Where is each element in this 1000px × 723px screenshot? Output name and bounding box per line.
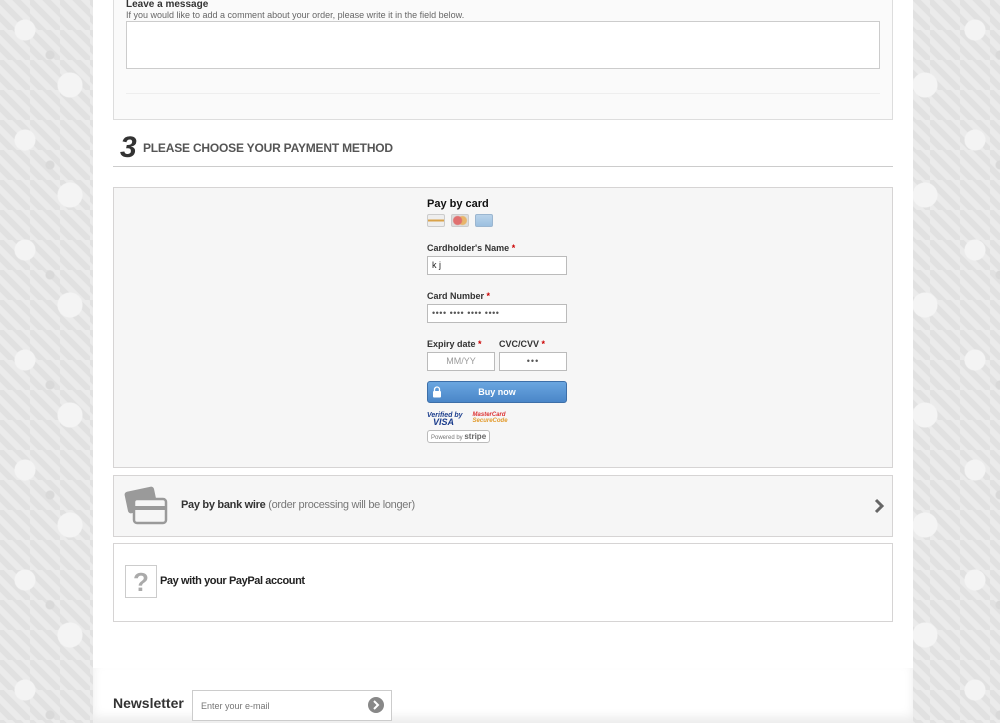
question-mark-icon: ? bbox=[125, 565, 157, 598]
required-mark: * bbox=[478, 339, 482, 349]
verified-by-visa-logo: Verified by VISA bbox=[427, 412, 463, 427]
required-mark: * bbox=[511, 243, 516, 253]
footer: Newsletter bbox=[93, 668, 913, 723]
divider bbox=[126, 93, 880, 94]
chevron-right-icon bbox=[874, 498, 885, 514]
amex-card-icon bbox=[475, 214, 493, 227]
expiry-label-text: Expiry date bbox=[427, 339, 476, 349]
cardholder-label: Cardholder's Name * bbox=[427, 243, 572, 253]
cardholder-label-text: Cardholder's Name bbox=[427, 243, 510, 253]
paypal-label: Pay with your PayPal account bbox=[160, 575, 305, 587]
cvc-input[interactable]: ••• bbox=[499, 352, 567, 371]
card-form: Pay by card Cardholder's Name * k j Card… bbox=[427, 198, 572, 444]
cvc-column: CVC/CVV * ••• bbox=[499, 323, 567, 371]
verified-visa-line2: VISA bbox=[433, 417, 455, 427]
step-number: 3 bbox=[120, 131, 137, 164]
payment-step-title: PLEASE CHOOSE YOUR PAYMENT METHOD bbox=[143, 141, 393, 155]
bank-card-icon bbox=[124, 486, 168, 525]
card-logos bbox=[427, 214, 572, 227]
cardholder-name-input[interactable]: k j bbox=[427, 256, 567, 275]
newsletter-email-input[interactable] bbox=[192, 690, 392, 721]
message-textarea[interactable] bbox=[126, 21, 880, 69]
paypal-option[interactable]: ? Pay with your PayPal account bbox=[113, 543, 893, 622]
expiry-label: Expiry date * bbox=[427, 339, 495, 349]
message-hint: If you would like to add a comment about… bbox=[126, 10, 465, 20]
divider bbox=[113, 166, 893, 167]
bank-wire-note: (order processing will be longer) bbox=[268, 499, 415, 511]
checkout-page: Leave a message If you would like to add… bbox=[93, 0, 913, 668]
newsletter-title: Newsletter bbox=[113, 695, 184, 711]
expiry-date-input[interactable]: MM/YY bbox=[427, 352, 495, 371]
card-number-input[interactable]: •••• •••• •••• •••• bbox=[427, 304, 567, 323]
mastercard-card-icon bbox=[451, 214, 469, 227]
card-number-label-text: Card Number bbox=[427, 291, 485, 301]
card-payment-panel: Pay by card Cardholder's Name * k j Card… bbox=[113, 187, 893, 468]
mastercard-line2: SecureCode bbox=[472, 418, 508, 424]
expiry-cvc-row: Expiry date * MM/YY CVC/CVV * ••• bbox=[427, 323, 572, 371]
bank-wire-option[interactable]: Pay by bank wire (order processing will … bbox=[113, 475, 893, 537]
message-section: Leave a message If you would like to add… bbox=[113, 0, 893, 120]
buy-now-button[interactable]: Buy now bbox=[427, 381, 567, 403]
powered-by-stripe-badge: Powered by stripe bbox=[427, 430, 491, 443]
cvc-label-text: CVC/CVV bbox=[499, 339, 540, 349]
stripe-name: stripe bbox=[464, 432, 487, 441]
bank-wire-title: Pay by bank wire bbox=[181, 499, 266, 511]
card-number-label: Card Number * bbox=[427, 291, 572, 301]
newsletter-submit-button[interactable] bbox=[368, 697, 384, 713]
buy-now-label: Buy now bbox=[478, 387, 516, 397]
mastercard-securecode-logo: MasterCard SecureCode bbox=[473, 412, 508, 426]
chevron-right-icon bbox=[373, 700, 380, 710]
required-mark: * bbox=[541, 339, 546, 349]
card-payment-title: Pay by card bbox=[427, 198, 489, 210]
bank-wire-label: Pay by bank wire (order processing will … bbox=[181, 499, 415, 511]
cvc-label: CVC/CVV * bbox=[499, 339, 567, 349]
expiry-column: Expiry date * MM/YY bbox=[427, 323, 495, 371]
required-mark: * bbox=[486, 291, 491, 301]
message-title: Leave a message bbox=[126, 0, 209, 10]
security-badges: Verified by VISA MasterCard SecureCode P… bbox=[427, 412, 572, 444]
visa-card-icon bbox=[427, 214, 445, 227]
stripe-powered-text: Powered by bbox=[431, 435, 463, 441]
badge-row: Verified by VISA MasterCard SecureCode bbox=[427, 412, 572, 427]
lock-icon bbox=[433, 386, 441, 398]
